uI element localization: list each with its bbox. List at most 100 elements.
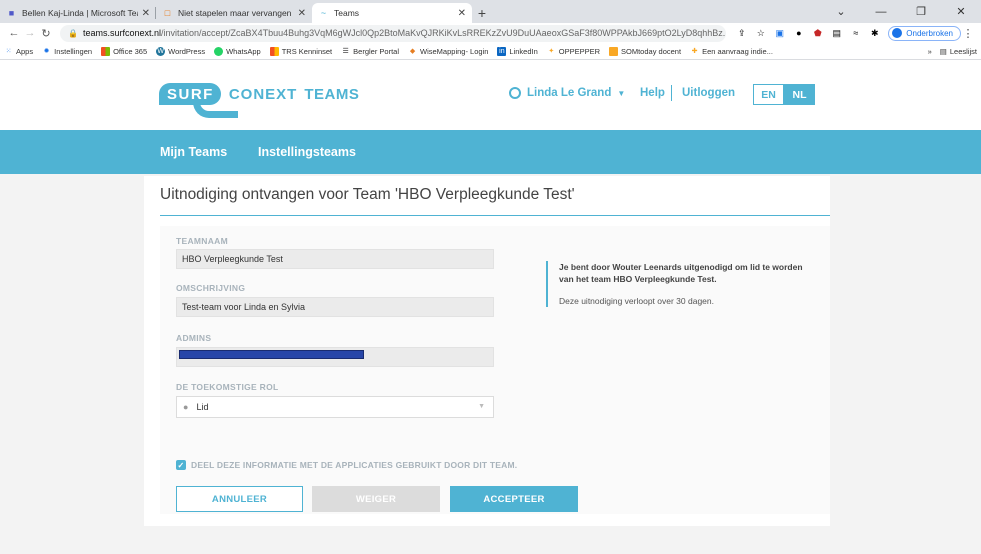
future-role-label: DE TOEKOMSTIGE ROL xyxy=(176,382,279,392)
teams-icon: ■ xyxy=(8,8,15,18)
logo-teams: TEAMS xyxy=(304,85,360,103)
browser-tab[interactable]: □ Niet stapelen maar vervangen sl... ✕ xyxy=(156,3,312,23)
logo-tail xyxy=(193,100,238,118)
future-role-select: ● Lid ▼ xyxy=(176,396,494,418)
nav-institution-teams[interactable]: Instellingsteams xyxy=(258,145,356,159)
url-host: teams.surfconext.nl xyxy=(82,28,162,38)
site-header: SURF CONEXT TEAMS Linda Le Grand ▼ Help … xyxy=(0,60,981,130)
address-toolbar: ← → ↻ 🔒 teams.surfconext.nl/invitation/a… xyxy=(0,23,981,43)
bookmark-instellingen[interactable]: ✹ Instellingen xyxy=(42,47,92,56)
linkedin-icon: in xyxy=(497,46,507,56)
nav-my-teams[interactable]: Mijn Teams xyxy=(160,145,227,159)
bookmark-label: Bergler Portal xyxy=(353,46,400,56)
bookmark-aanvraag[interactable]: ✚ Een aanvraag indie... xyxy=(690,47,773,56)
user-menu[interactable]: Linda Le Grand ▼ xyxy=(509,87,625,99)
close-tab-icon[interactable]: ✕ xyxy=(298,8,306,19)
logout-link[interactable]: Uitloggen xyxy=(682,87,735,99)
wave-icon[interactable]: ≈ xyxy=(847,27,864,40)
new-tab-icon[interactable]: + xyxy=(472,3,492,23)
invitation-info: Je bent door Wouter Leenards uitgenodigd… xyxy=(546,261,816,307)
invitation-form: TEAMNAAM HBO Verpleegkunde Test OMSCHRIJ… xyxy=(160,226,830,514)
url-bar[interactable]: 🔒 teams.surfconext.nl/invitation/accept/… xyxy=(60,24,727,42)
bookmark-label: WordPress xyxy=(168,46,206,56)
bookmark-label: Apps xyxy=(16,46,34,56)
caret-down-icon: ▼ xyxy=(617,88,626,98)
github-icon[interactable]: ● xyxy=(790,27,807,40)
wordpress-icon: W xyxy=(156,46,166,56)
lang-nl-button[interactable]: NL xyxy=(784,84,815,105)
invitation-card: Uitnodiging ontvangen voor Team 'HBO Ver… xyxy=(144,176,830,526)
browser-tab-active[interactable]: ~ Teams ✕ xyxy=(312,3,472,23)
bookmark-oppepper[interactable]: ✦ OPPEPPER xyxy=(547,47,600,56)
bookmark-label: OPPEPPER xyxy=(558,46,601,56)
whatsapp-icon xyxy=(214,46,224,56)
lock-icon: 🔒 xyxy=(68,28,78,38)
puzzle-icon[interactable]: ✱ xyxy=(866,27,883,40)
bookmark-label: TRS Kenninset xyxy=(281,46,333,56)
share-info-row[interactable]: ✓ DEEL DEZE INFORMATIE MET DE APPLICATIE… xyxy=(176,460,517,470)
shield-icon[interactable]: ⬟ xyxy=(809,27,826,40)
back-icon[interactable]: ← xyxy=(6,27,22,39)
bookmark-apps[interactable]: ⁙ Apps xyxy=(4,46,34,56)
share-info-label: DEEL DEZE INFORMATIE MET DE APPLICATIES … xyxy=(191,460,518,470)
more-bookmarks-icon[interactable]: » xyxy=(928,47,932,56)
close-tab-icon[interactable]: ✕ xyxy=(458,8,466,19)
apps-icon: ⁙ xyxy=(5,48,12,55)
office-icon xyxy=(101,46,111,56)
user-icon xyxy=(509,87,521,99)
person-icon: ● xyxy=(183,402,189,412)
close-tab-icon[interactable]: ✕ xyxy=(142,8,150,19)
tab-title: Teams xyxy=(334,8,360,18)
bookmark-label: Instellingen xyxy=(54,46,93,56)
title-divider xyxy=(160,215,830,216)
bookmark-whatsapp[interactable]: WhatsApp xyxy=(214,46,261,56)
star-icon[interactable]: ☆ xyxy=(752,27,769,40)
user-name: Linda Le Grand xyxy=(527,87,612,99)
expiry-message: Deze uitnodiging verloopt over 30 dagen. xyxy=(559,296,714,306)
profile-button[interactable]: Onderbroken xyxy=(888,25,961,41)
browser-tab-bar: ■ Bellen Kaj-Linda | Microsoft Teams ✕ □… xyxy=(0,0,981,23)
description-label: OMSCHRIJVING xyxy=(176,283,246,293)
aanvraag-icon: ✚ xyxy=(691,48,698,55)
maximize-icon[interactable]: ❐ xyxy=(901,0,941,23)
reading-list-icon: ▤ xyxy=(939,46,947,56)
accept-button[interactable]: ACCEPTEER xyxy=(450,486,578,512)
tab-title: Niet stapelen maar vervangen sl... xyxy=(178,8,294,18)
bookmark-label: WiseMapping- Login xyxy=(420,46,489,56)
share-info-checkbox[interactable]: ✓ xyxy=(176,460,186,470)
browser-tab[interactable]: ■ Bellen Kaj-Linda | Microsoft Teams ✕ xyxy=(0,3,156,23)
chevron-down-icon: ▼ xyxy=(478,403,485,410)
tab-search-icon[interactable]: ⌄ xyxy=(821,0,861,23)
avatar xyxy=(892,28,903,38)
more-menu-icon[interactable]: ⋮ xyxy=(961,27,975,40)
bookmark-trs[interactable]: TRS Kenninset xyxy=(269,46,333,56)
bookmark-wordpress[interactable]: W WordPress xyxy=(156,46,206,56)
reload-icon[interactable]: ↻ xyxy=(38,27,54,40)
bookmark-bergler[interactable]: ☰ Bergler Portal xyxy=(341,46,400,56)
reading-list-link[interactable]: Leeslijst xyxy=(950,47,977,56)
bookmark-wisemapping[interactable]: ◆ WiseMapping- Login xyxy=(408,46,489,56)
extension-new-icon[interactable]: ▣ xyxy=(771,27,788,40)
surfconext-logo[interactable]: SURF CONEXT TEAMS xyxy=(159,83,360,118)
help-link[interactable]: Help xyxy=(640,87,665,99)
admins-label: ADMINS xyxy=(176,333,212,343)
lang-en-button[interactable]: EN xyxy=(753,84,784,105)
forward-icon[interactable]: → xyxy=(22,27,38,39)
bookmark-label: WhatsApp xyxy=(226,46,261,56)
decline-button[interactable]: WEIGER xyxy=(312,486,440,512)
logo-conext: CONEXT xyxy=(228,85,298,103)
description-field: Test-team voor Linda en Sylvia xyxy=(176,297,494,317)
cancel-button[interactable]: ANNULEER xyxy=(176,486,303,512)
extension-icon[interactable]: ▤ xyxy=(828,27,845,40)
bookmark-somtoday[interactable]: SOMtoday docent xyxy=(609,46,681,56)
invitation-message: Je bent door Wouter Leenards uitgenodigd… xyxy=(559,262,803,284)
bookmark-office[interactable]: Office 365 xyxy=(101,46,147,56)
main-nav: Mijn Teams Instellingsteams xyxy=(0,130,981,174)
window-close-icon[interactable]: ✕ xyxy=(941,0,981,23)
gear-icon: ✹ xyxy=(43,48,50,55)
bookmark-label: Een aanvraag indie... xyxy=(702,46,773,56)
future-role-value: Lid xyxy=(196,402,209,412)
minimize-icon[interactable]: — xyxy=(861,0,901,23)
bookmark-linkedin[interactable]: in LinkedIn xyxy=(497,46,538,56)
share-icon[interactable]: ⇪ xyxy=(733,27,750,40)
